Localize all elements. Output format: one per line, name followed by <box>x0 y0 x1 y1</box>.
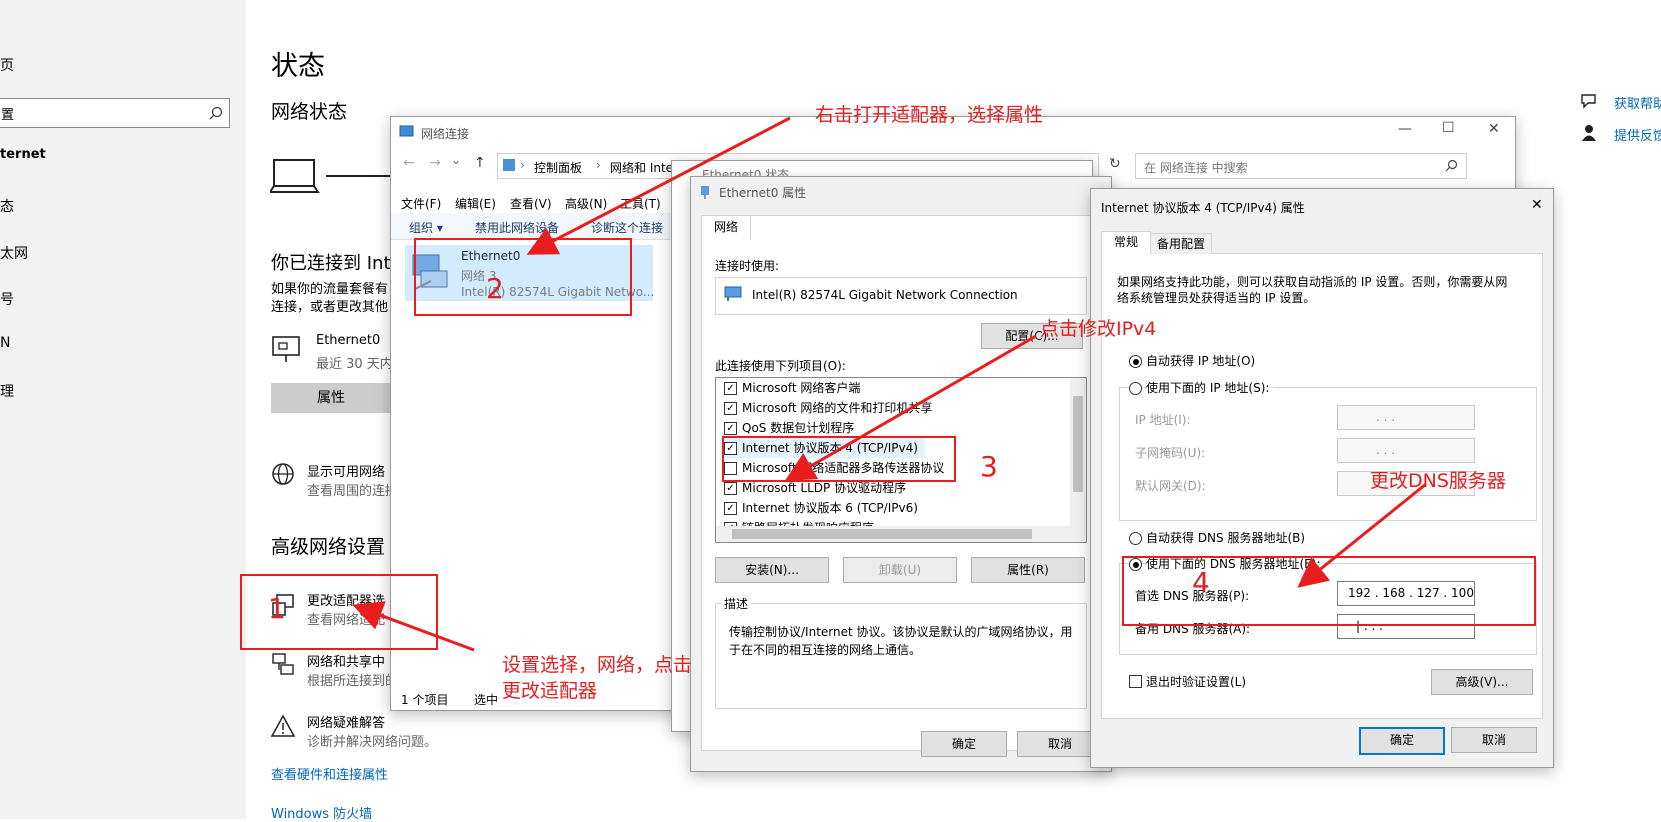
arrow-to-dns <box>1297 482 1427 588</box>
annotation-text-settings-1: 设置选择，网络，点击 <box>502 654 693 676</box>
annotation-text-dns: 更改DNS服务器 <box>1370 470 1506 492</box>
arrow-to-ipv4 <box>784 334 1037 481</box>
annotation-text-settings-2: 更改适配器 <box>502 680 598 702</box>
arrow-to-adapter <box>526 116 791 255</box>
annotation-number-3: 3 <box>980 450 998 483</box>
annotation-number-4: 4 <box>1192 566 1210 599</box>
arrow-to-change-adapter <box>352 601 475 652</box>
annotation-text-ipv4: 点击修改IPv4 <box>1040 318 1157 340</box>
annotation-number-2: 2 <box>486 272 504 305</box>
annotation-text-right-click: 右击打开适配器，选择属性 <box>815 104 1044 126</box>
annotation-number-1: 1 <box>268 592 286 625</box>
